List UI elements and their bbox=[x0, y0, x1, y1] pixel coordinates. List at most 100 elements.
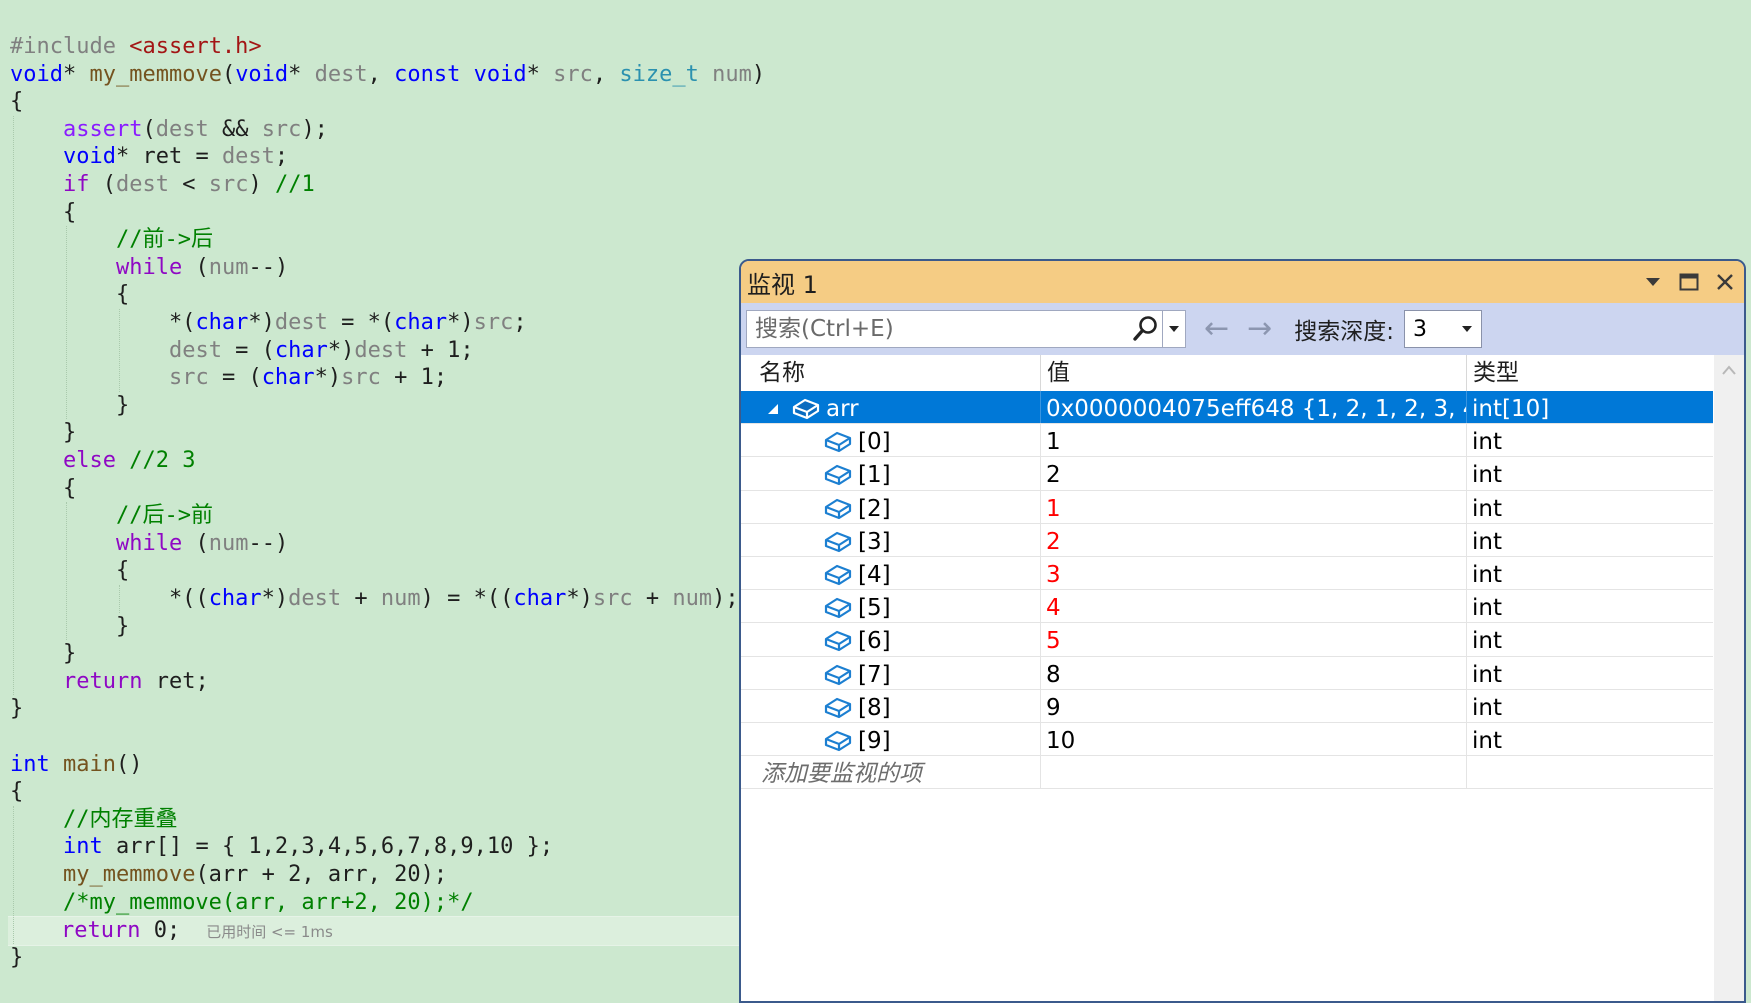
watch-name-cell[interactable]: [3] bbox=[741, 524, 1075, 560]
code-line[interactable]: //内存重叠 bbox=[10, 806, 178, 834]
code-line[interactable]: { bbox=[10, 88, 23, 116]
watch-value-cell[interactable]: 1 bbox=[1041, 491, 1466, 527]
code-line[interactable]: int main() bbox=[10, 751, 142, 779]
watch-name-cell[interactable]: [0] bbox=[741, 424, 1075, 460]
search-input[interactable] bbox=[747, 311, 1128, 347]
column-header-value[interactable]: 值 bbox=[1041, 355, 1461, 391]
watch-value-cell[interactable]: 1 bbox=[1041, 424, 1466, 460]
watch-value-cell[interactable]: 4 bbox=[1041, 590, 1466, 626]
watch-type-cell[interactable]: int bbox=[1467, 424, 1713, 460]
watch-type-cell[interactable]: int bbox=[1467, 590, 1713, 626]
search-previous-arrow-icon[interactable]: ← bbox=[1204, 314, 1229, 344]
watch-name-cell[interactable]: [4] bbox=[741, 557, 1075, 593]
watch-row[interactable]: arr 0x0000004075eff648 {1, 2, 1, 2, 3, 4,… bbox=[741, 391, 1713, 427]
code-line[interactable]: return 0; 已用时间 <= 1ms bbox=[8, 916, 740, 946]
watch-name-cell[interactable]: [1] bbox=[741, 457, 1075, 493]
code-line[interactable]: /*my_memmove(arr, arr+2, 20);*/ bbox=[10, 889, 474, 917]
code-line[interactable]: dest = (char*)dest + 1; bbox=[10, 337, 474, 365]
watch-row[interactable]: [6] 5 int bbox=[741, 623, 1713, 659]
code-line[interactable]: } bbox=[10, 695, 23, 723]
watch-row[interactable]: [2] 1 int bbox=[741, 490, 1713, 527]
code-line[interactable]: { bbox=[10, 199, 76, 227]
watch-value-cell[interactable]: 3 bbox=[1041, 557, 1466, 593]
watch-name-cell[interactable]: [9] bbox=[741, 723, 1075, 759]
watch-row[interactable]: [3] 2 int bbox=[741, 523, 1713, 560]
code-line[interactable]: assert(dest && src); bbox=[10, 116, 328, 144]
code-line[interactable]: return ret; bbox=[10, 668, 209, 696]
expanded-triangle-icon[interactable] bbox=[763, 391, 783, 427]
watch-window[interactable]: 监视 1 ← → 搜索深度: 3 bbox=[739, 259, 1746, 1003]
watch-value-cell[interactable]: 0x0000004075eff648 {1, 2, 1, 2, 3, 4, 5,… bbox=[1041, 391, 1466, 427]
maximize-icon[interactable] bbox=[1678, 271, 1700, 293]
code-line[interactable]: } bbox=[10, 944, 23, 972]
code-line[interactable]: if (dest < src) //1 bbox=[10, 171, 315, 199]
scroll-up-arrow-icon[interactable] bbox=[1722, 365, 1736, 375]
code-line[interactable]: void* ret = dest; bbox=[10, 143, 288, 171]
code-line[interactable]: { bbox=[10, 281, 129, 309]
code-line[interactable]: { bbox=[10, 778, 23, 806]
watch-value-cell[interactable] bbox=[1041, 756, 1466, 792]
watch-name-cell[interactable]: [2] bbox=[741, 491, 1075, 527]
watch-type-cell[interactable]: int bbox=[1467, 657, 1713, 693]
watch-grid[interactable]: 名称 值 类型 arr 0x0000004075eff648 {1, 2, 1, … bbox=[741, 355, 1744, 1001]
code-line[interactable]: } bbox=[10, 640, 76, 668]
watch-value-cell[interactable]: 9 bbox=[1041, 690, 1466, 726]
search-options-dropdown-icon[interactable] bbox=[1162, 311, 1185, 347]
watch-value-cell[interactable]: 2 bbox=[1041, 457, 1466, 493]
watch-type-cell[interactable]: int bbox=[1467, 491, 1713, 527]
watch-type-cell[interactable] bbox=[1467, 756, 1713, 792]
close-icon[interactable] bbox=[1714, 271, 1736, 293]
code-line[interactable]: //后->前 bbox=[10, 502, 213, 530]
watch-type-cell[interactable]: int bbox=[1467, 557, 1713, 593]
watch-row[interactable]: [0] 1 int bbox=[741, 424, 1713, 460]
watch-row[interactable]: [1] 2 int bbox=[741, 457, 1713, 493]
code-line[interactable]: while (num--) bbox=[10, 530, 288, 558]
watch-name-cell[interactable]: [8] bbox=[741, 690, 1075, 726]
window-options-dropdown-icon[interactable] bbox=[1642, 271, 1664, 293]
code-line[interactable]: { bbox=[10, 557, 129, 585]
watch-type-cell[interactable]: int[10] bbox=[1467, 391, 1713, 427]
watch-row[interactable]: [5] 4 int bbox=[741, 590, 1713, 626]
search-next-arrow-icon[interactable]: → bbox=[1247, 314, 1272, 344]
watch-type-cell[interactable]: int bbox=[1467, 457, 1713, 493]
code-line[interactable]: } bbox=[10, 392, 129, 420]
code-line[interactable]: my_memmove(arr + 2, arr, 20); bbox=[10, 861, 447, 889]
watch-name-cell[interactable]: [6] bbox=[741, 623, 1075, 659]
vertical-scrollbar[interactable] bbox=[1714, 355, 1744, 1001]
search-depth-select[interactable]: 3 bbox=[1404, 310, 1483, 348]
watch-type-cell[interactable]: int bbox=[1467, 623, 1713, 659]
watch-row[interactable]: [9] 10 int bbox=[741, 723, 1713, 759]
add-watch-item-placeholder[interactable]: 添加要监视的项 bbox=[741, 761, 922, 787]
watch-value-cell[interactable]: 2 bbox=[1041, 524, 1466, 560]
code-line[interactable]: } bbox=[10, 613, 129, 641]
code-line[interactable]: *(char*)dest = *(char*)src; bbox=[10, 309, 527, 337]
search-icon[interactable] bbox=[1128, 311, 1162, 347]
watch-value-cell[interactable]: 8 bbox=[1041, 657, 1466, 693]
code-line[interactable]: int arr[] = { 1,2,3,4,5,6,7,8,9,10 }; bbox=[10, 833, 553, 861]
code-editor[interactable]: #include <assert.h> void* my_memmove(void… bbox=[0, 0, 765, 992]
watch-name-cell[interactable]: arr bbox=[741, 391, 1075, 427]
watch-value-cell[interactable]: 5 bbox=[1041, 623, 1466, 659]
column-header-type[interactable]: 类型 bbox=[1467, 355, 1627, 391]
watch-name-cell[interactable]: [7] bbox=[741, 657, 1075, 693]
watch-name-cell[interactable]: [5] bbox=[741, 590, 1075, 626]
watch-row[interactable]: [7] 8 int bbox=[741, 656, 1713, 693]
code-line[interactable]: { bbox=[10, 475, 76, 503]
watch-row[interactable]: [8] 9 int bbox=[741, 689, 1713, 726]
watch-row[interactable]: [4] 3 int bbox=[741, 557, 1713, 593]
code-line[interactable]: while (num--) bbox=[10, 254, 288, 282]
code-line[interactable]: } bbox=[10, 419, 76, 447]
code-line[interactable]: //前->后 bbox=[10, 226, 213, 254]
watch-type-cell[interactable]: int bbox=[1467, 524, 1713, 560]
column-header-name[interactable]: 名称 bbox=[753, 355, 1043, 391]
code-line[interactable]: #include <assert.h> bbox=[10, 33, 262, 61]
watch-name-cell[interactable]: 添加要监视的项 bbox=[741, 756, 1075, 792]
watch-type-cell[interactable]: int bbox=[1467, 723, 1713, 759]
code-line[interactable]: void* my_memmove(void* dest, const void*… bbox=[10, 61, 765, 89]
add-watch-row[interactable]: 添加要监视的项 bbox=[741, 756, 1713, 792]
watch-type-cell[interactable]: int bbox=[1467, 690, 1713, 726]
code-line[interactable]: else //2 3 bbox=[10, 447, 195, 475]
watch-title-bar[interactable]: 监视 1 bbox=[741, 261, 1744, 303]
code-line[interactable]: src = (char*)src + 1; bbox=[10, 364, 447, 392]
watch-value-cell[interactable]: 10 bbox=[1041, 723, 1466, 759]
